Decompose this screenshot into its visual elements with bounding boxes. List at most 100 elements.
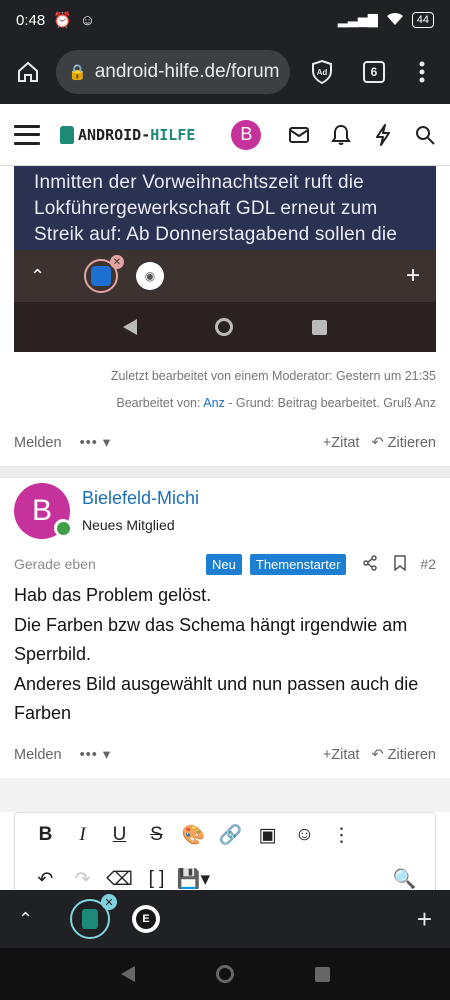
alarm-icon: ⏰ <box>53 12 72 29</box>
adblock-shield-icon: Ad <box>312 59 332 85</box>
post1-actions: Melden ••• ▾ +Zitat ↶ Zitieren <box>14 431 436 455</box>
back-icon <box>123 319 138 335</box>
underline-button[interactable]: U <box>101 824 138 846</box>
bold-button[interactable]: B <box>27 824 64 846</box>
site-logo[interactable]: ANDROID- HILFE <box>60 125 195 144</box>
post-timestamp[interactable]: Gerade eben <box>14 556 96 572</box>
user-avatar[interactable]: B <box>231 119 262 150</box>
embedded-tab-icon: ◉ <box>136 262 164 290</box>
lightning-icon[interactable] <box>372 123 394 146</box>
back-icon[interactable] <box>120 966 135 982</box>
reply-area-background <box>0 778 450 812</box>
post-line: Die Farben bzw das Schema hängt irgendwi… <box>14 614 408 665</box>
post2-actions: Melden ••• ▾ +Zitat ↶ Zitieren <box>14 743 436 767</box>
reply-icon: ↶ <box>371 435 384 451</box>
home-button[interactable] <box>10 54 46 90</box>
share-icon[interactable] <box>362 554 378 574</box>
redo-icon[interactable]: ↷ <box>64 868 101 891</box>
adblock-button[interactable]: Ad <box>304 54 340 90</box>
save-draft-icon[interactable]: 💾▾ <box>175 867 212 891</box>
tab-switcher-button[interactable]: 6 <box>356 54 392 90</box>
recents-icon[interactable] <box>314 966 330 982</box>
chevron-up-icon[interactable]: ⌃ <box>18 909 40 930</box>
close-icon: ✕ <box>110 255 124 269</box>
home-icon <box>18 61 38 82</box>
tab-count: 6 <box>363 61 385 83</box>
quote-button[interactable]: +Zitat <box>323 747 360 763</box>
author-name-link[interactable]: Bielefeld-Michi <box>82 488 199 509</box>
signal-icon: ▂▃▅▇ <box>337 12 378 27</box>
reply-editor: B I U S 🎨 🔗 ▣ ☺ ⋮ ↶ ↷ ⌫ [ ] 💾▾ 🔍 <box>14 812 436 902</box>
face-unlock-icon: ☺ <box>79 11 96 29</box>
lock-icon: 🔒 <box>68 64 87 81</box>
more-actions-button[interactable]: ••• ▾ <box>80 435 112 451</box>
undo-icon[interactable]: ↶ <box>27 868 64 891</box>
reply-quote-button[interactable]: ↶ Zitieren <box>371 435 436 451</box>
link-icon[interactable]: 🔗 <box>212 823 249 847</box>
recents-icon <box>311 319 327 335</box>
embedded-tab-active: ✕ <box>84 255 124 293</box>
menu-button[interactable] <box>404 54 440 90</box>
bbcode-toggle-icon[interactable]: [ ] <box>138 868 175 890</box>
svg-text:Ad: Ad <box>317 68 328 77</box>
chevron-up-icon: ⌃ <box>30 265 46 286</box>
editor-user-link[interactable]: Anz <box>203 396 225 410</box>
emoji-icon[interactable]: ☺ <box>286 824 323 846</box>
inbox-icon[interactable] <box>288 124 310 146</box>
online-status-icon <box>54 519 72 537</box>
home-circle-icon <box>215 318 234 336</box>
browser-toolbar: 🔒 android-hilfe.de/forum Ad 6 <box>0 40 450 104</box>
bell-icon[interactable] <box>330 124 352 146</box>
search-icon[interactable] <box>414 124 436 146</box>
new-tab-icon[interactable]: + <box>417 904 432 935</box>
post2-author: B Bielefeld-Michi Neues Mitglied <box>14 483 199 539</box>
tab-android-hilfe[interactable]: ✕ <box>70 894 117 939</box>
more-actions-button[interactable]: ••• ▾ <box>80 747 112 763</box>
report-link[interactable]: Melden <box>14 747 62 763</box>
status-bar: 0:48 ⏰ ☺ ▂▃▅▇ 44 <box>0 0 450 40</box>
tab-e[interactable]: E <box>132 905 160 933</box>
reply-icon: ↶ <box>371 747 384 763</box>
tab-group-bar: ⌃ ✕ E + <box>0 890 450 948</box>
eraser-icon[interactable]: ⌫ <box>101 868 138 891</box>
post-line: Anderes Bild ausgewählt und nun passen a… <box>14 673 419 724</box>
palette-icon[interactable]: 🎨 <box>175 823 212 847</box>
post-line: Hab das Problem gelöst. <box>14 585 212 605</box>
wifi-icon <box>386 12 404 29</box>
url-text: android-hilfe.de/forum <box>94 61 280 82</box>
edited-by-note: Bearbeitet von: Anz - Grund: Beitrag bea… <box>116 396 436 410</box>
battery-icon: 44 <box>411 12 434 28</box>
thread-starter-badge: Themenstarter <box>249 553 347 575</box>
address-bar[interactable]: 🔒 android-hilfe.de/forum <box>56 50 290 94</box>
post-number-link[interactable]: #2 <box>420 556 436 572</box>
home-circle-icon[interactable] <box>215 965 234 983</box>
edit-note: Zuletzt bearbeitet von einem Moderator: … <box>110 369 436 383</box>
plus-icon: + <box>405 262 420 289</box>
author-role: Neues Mitglied <box>82 517 175 533</box>
android-robot-icon <box>82 909 98 929</box>
editor-toolbar-row-1: B I U S 🎨 🔗 ▣ ☺ ⋮ <box>15 813 435 857</box>
embedded-article-text: Inmitten der Vorweihnachtszeit ruft die … <box>14 166 436 250</box>
more-vert-icon <box>419 61 425 83</box>
more-vert-icon[interactable]: ⋮ <box>323 824 360 847</box>
author-avatar[interactable]: B <box>14 483 72 539</box>
android-robot-icon <box>60 125 74 144</box>
preview-icon[interactable]: 🔍 <box>386 867 423 891</box>
italic-button[interactable]: I <box>64 824 101 846</box>
clock: 0:48 <box>16 11 46 29</box>
new-badge: Neu <box>206 553 242 575</box>
embedded-tab-bar: ⌃ ✕ ◉ + <box>14 250 436 302</box>
quote-button[interactable]: +Zitat <box>323 435 360 451</box>
embedded-nav-bar <box>14 302 436 352</box>
reply-quote-button[interactable]: ↶ Zitieren <box>371 747 436 763</box>
close-icon[interactable]: ✕ <box>101 894 117 910</box>
system-nav-bar <box>0 948 450 1000</box>
report-link[interactable]: Melden <box>14 435 62 451</box>
bookmark-icon[interactable] <box>394 554 407 574</box>
strikethrough-button[interactable]: S <box>138 824 175 846</box>
post2-body: Hab das Problem gelöst. Die Farben bzw d… <box>14 581 436 729</box>
hamburger-menu-icon[interactable] <box>14 124 40 145</box>
image-icon[interactable]: ▣ <box>249 824 286 847</box>
post2-meta: Gerade eben Neu Themenstarter #2 <box>14 551 436 577</box>
post-attachment-image[interactable]: Inmitten der Vorweihnachtszeit ruft die … <box>14 166 436 352</box>
